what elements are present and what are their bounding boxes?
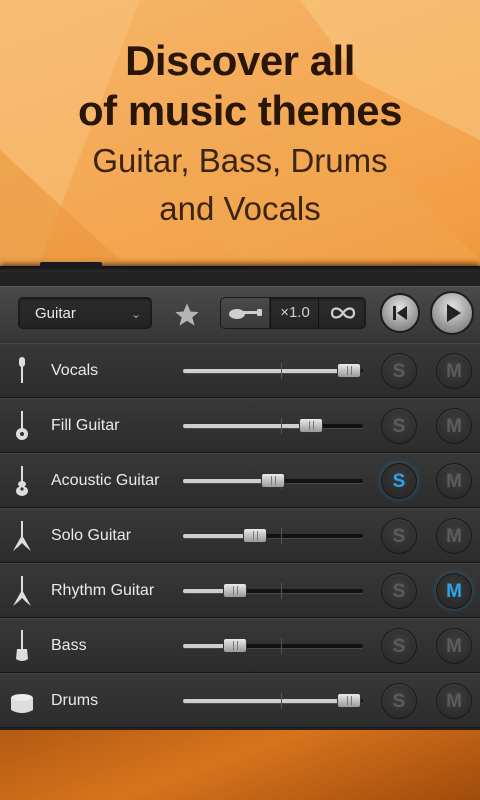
track-name: Drums — [51, 692, 99, 709]
volume-knob[interactable] — [261, 473, 285, 488]
mute-button[interactable]: M — [436, 518, 472, 554]
solo-button[interactable]: S — [381, 573, 417, 609]
track-row-fill-guitar: Fill Guitar S M — [0, 398, 480, 453]
volume-fill — [183, 479, 273, 483]
play-icon — [447, 304, 461, 322]
track-name: Fill Guitar — [51, 417, 120, 434]
promo-title-line2: of music themes — [78, 87, 402, 134]
mute-button[interactable]: M — [436, 408, 472, 444]
volume-slider[interactable] — [183, 528, 363, 544]
track-row-bass: Bass S M — [0, 618, 480, 673]
volume-fill — [183, 699, 349, 703]
volume-center-tick — [281, 363, 282, 379]
track-name: Acoustic Guitar — [51, 472, 160, 489]
volume-knob[interactable] — [223, 638, 248, 653]
mute-button[interactable]: M — [436, 463, 472, 499]
mute-button[interactable]: M — [436, 353, 472, 389]
volume-center-tick — [281, 693, 282, 709]
volume-center-tick — [281, 528, 282, 544]
volume-slider[interactable] — [183, 473, 363, 489]
track-name: Solo Guitar — [51, 527, 132, 544]
instrument-view-button[interactable] — [221, 298, 269, 328]
track-row-vocals: Vocals S M — [0, 343, 480, 398]
instrument-select[interactable]: Guitar ⌄ — [18, 297, 152, 329]
track-name: Rhythm Guitar — [51, 582, 155, 599]
mute-button[interactable]: M — [436, 628, 472, 664]
microphone-icon — [19, 357, 25, 383]
volume-slider[interactable] — [183, 363, 363, 379]
infinity-icon — [330, 307, 356, 319]
star-icon[interactable] — [173, 301, 201, 329]
volume-fill — [183, 369, 349, 373]
volume-center-tick — [281, 638, 282, 654]
drum-icon — [11, 694, 33, 713]
volume-knob[interactable] — [336, 363, 361, 378]
solo-button[interactable]: S — [381, 518, 417, 554]
playback-controls: ×1.0 — [220, 297, 366, 329]
solo-button[interactable]: S — [381, 683, 417, 719]
track-row-drums: Drums S M — [0, 673, 480, 728]
instrument-select-value: Guitar — [35, 305, 76, 322]
mixer-toolbar: Guitar ⌄ ×1.0 — [0, 286, 480, 344]
speed-button[interactable]: ×1.0 — [270, 298, 319, 328]
solo-button[interactable]: S — [381, 408, 417, 444]
promo-subtitle-line1: Guitar, Bass, Drums — [92, 142, 388, 179]
electric-guitar-icon — [13, 521, 31, 551]
volume-slider[interactable] — [183, 638, 363, 654]
track-list: Vocals S M Fill Guitar S M Acoustic Guit… — [0, 343, 480, 728]
mute-button[interactable]: M — [436, 573, 472, 609]
chevron-down-icon: ⌄ — [130, 307, 141, 321]
bass-icon — [16, 630, 28, 661]
acoustic-guitar-icon — [16, 466, 28, 496]
background-bottom — [0, 730, 480, 800]
volume-fill — [183, 424, 311, 428]
track-name: Bass — [51, 637, 87, 654]
guitar-icon — [229, 309, 262, 319]
electric-guitar-icon — [13, 576, 31, 606]
mute-button[interactable]: M — [436, 683, 472, 719]
volume-center-tick — [281, 418, 282, 434]
volume-knob[interactable] — [223, 583, 248, 598]
panel-tab — [40, 262, 102, 268]
skip-back-icon — [393, 306, 407, 320]
volume-slider[interactable] — [183, 693, 363, 709]
skip-back-button[interactable] — [380, 293, 420, 333]
promo-headline: Discover all of music themes Guitar, Bas… — [0, 36, 480, 232]
volume-slider[interactable] — [183, 418, 363, 434]
promo-subtitle-line2: and Vocals — [159, 190, 321, 227]
solo-button[interactable]: S — [381, 628, 417, 664]
volume-knob[interactable] — [243, 528, 267, 543]
solo-button[interactable]: S — [381, 353, 417, 389]
guitar-icon — [16, 411, 28, 440]
track-row-solo-guitar: Solo Guitar S M — [0, 508, 480, 563]
volume-center-tick — [281, 583, 282, 599]
loop-button[interactable] — [318, 298, 367, 328]
promo-title-line1: Discover all — [125, 37, 355, 84]
volume-knob[interactable] — [298, 418, 323, 433]
track-row-acoustic-guitar: Acoustic Guitar S M — [0, 453, 480, 508]
volume-knob[interactable] — [336, 693, 361, 708]
solo-button[interactable]: S — [381, 463, 417, 499]
track-row-rhythm-guitar: Rhythm Guitar S M — [0, 563, 480, 618]
track-name: Vocals — [51, 362, 99, 379]
volume-slider[interactable] — [183, 583, 363, 599]
play-button[interactable] — [430, 291, 474, 335]
